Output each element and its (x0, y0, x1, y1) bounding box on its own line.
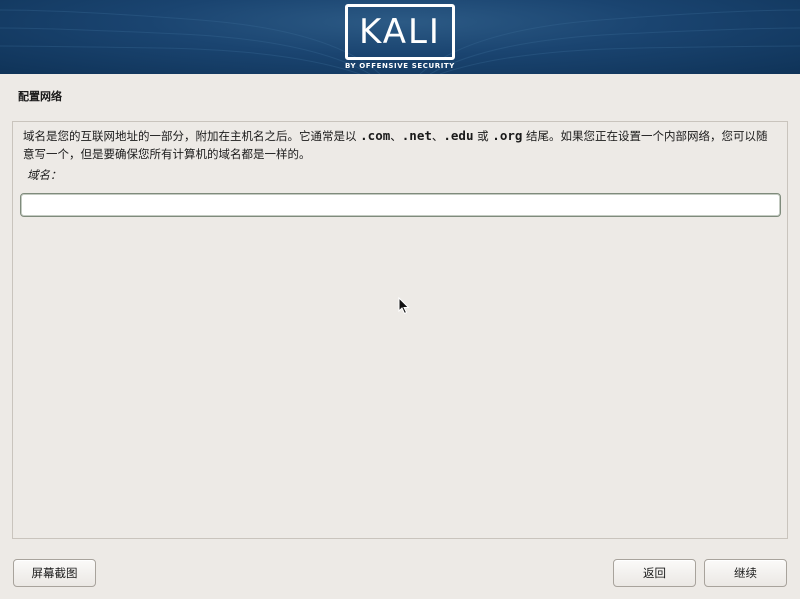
tld-edu: .edu (443, 128, 474, 143)
kali-logo: KALI (345, 4, 455, 60)
description-sep1: 、 (390, 129, 402, 143)
tld-org: .org (492, 128, 523, 143)
installer-banner: KALI BY OFFENSIVE SECURITY (0, 0, 800, 74)
tld-net: .net (401, 128, 432, 143)
domain-input[interactable] (20, 193, 781, 217)
logo-subtitle: BY OFFENSIVE SECURITY (345, 62, 455, 70)
description-part1: 域名是您的互联网地址的一部分，附加在主机名之后。它通常是以 (23, 129, 361, 143)
content-panel: 域名是您的互联网地址的一部分，附加在主机名之后。它通常是以 .com、.net、… (12, 121, 788, 539)
description-or: 或 (473, 129, 493, 143)
mouse-pointer-icon (398, 297, 410, 315)
continue-button[interactable]: 继续 (704, 559, 787, 587)
screenshot-button[interactable]: 屏幕截图 (13, 559, 96, 587)
page-title: 配置网络 (18, 90, 62, 103)
description-sep2: 、 (431, 129, 444, 143)
logo-text: KALI (359, 12, 441, 52)
tld-com: .com (360, 128, 391, 143)
back-button[interactable]: 返回 (613, 559, 696, 587)
description-text: 域名是您的互联网地址的一部分，附加在主机名之后。它通常是以 .com、.net、… (23, 127, 779, 163)
domain-label: 域名： (27, 168, 62, 182)
